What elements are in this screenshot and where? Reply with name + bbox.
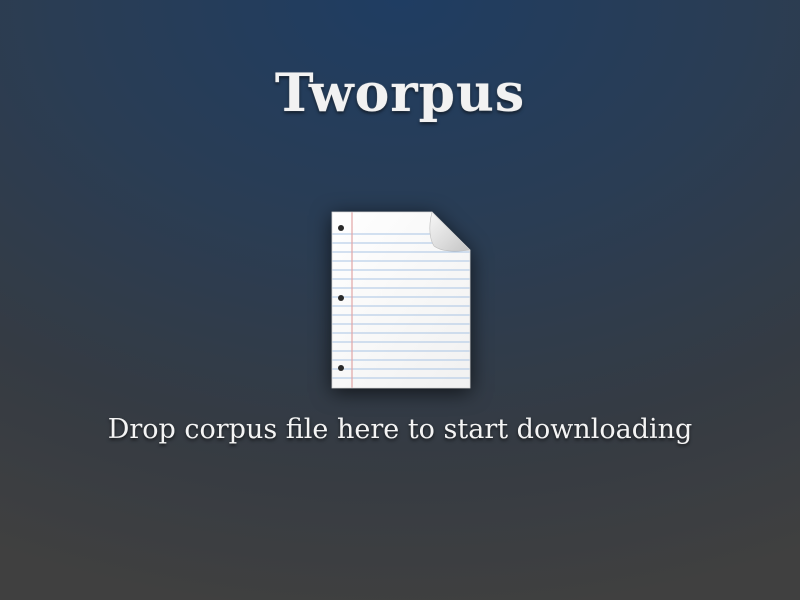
drop-hint-text: Drop corpus file here to start downloadi… <box>107 414 693 445</box>
document-icon <box>331 211 471 389</box>
app-title: Tworpus <box>274 62 526 124</box>
file-drop-zone[interactable]: Drop corpus file here to start downloadi… <box>0 190 800 480</box>
